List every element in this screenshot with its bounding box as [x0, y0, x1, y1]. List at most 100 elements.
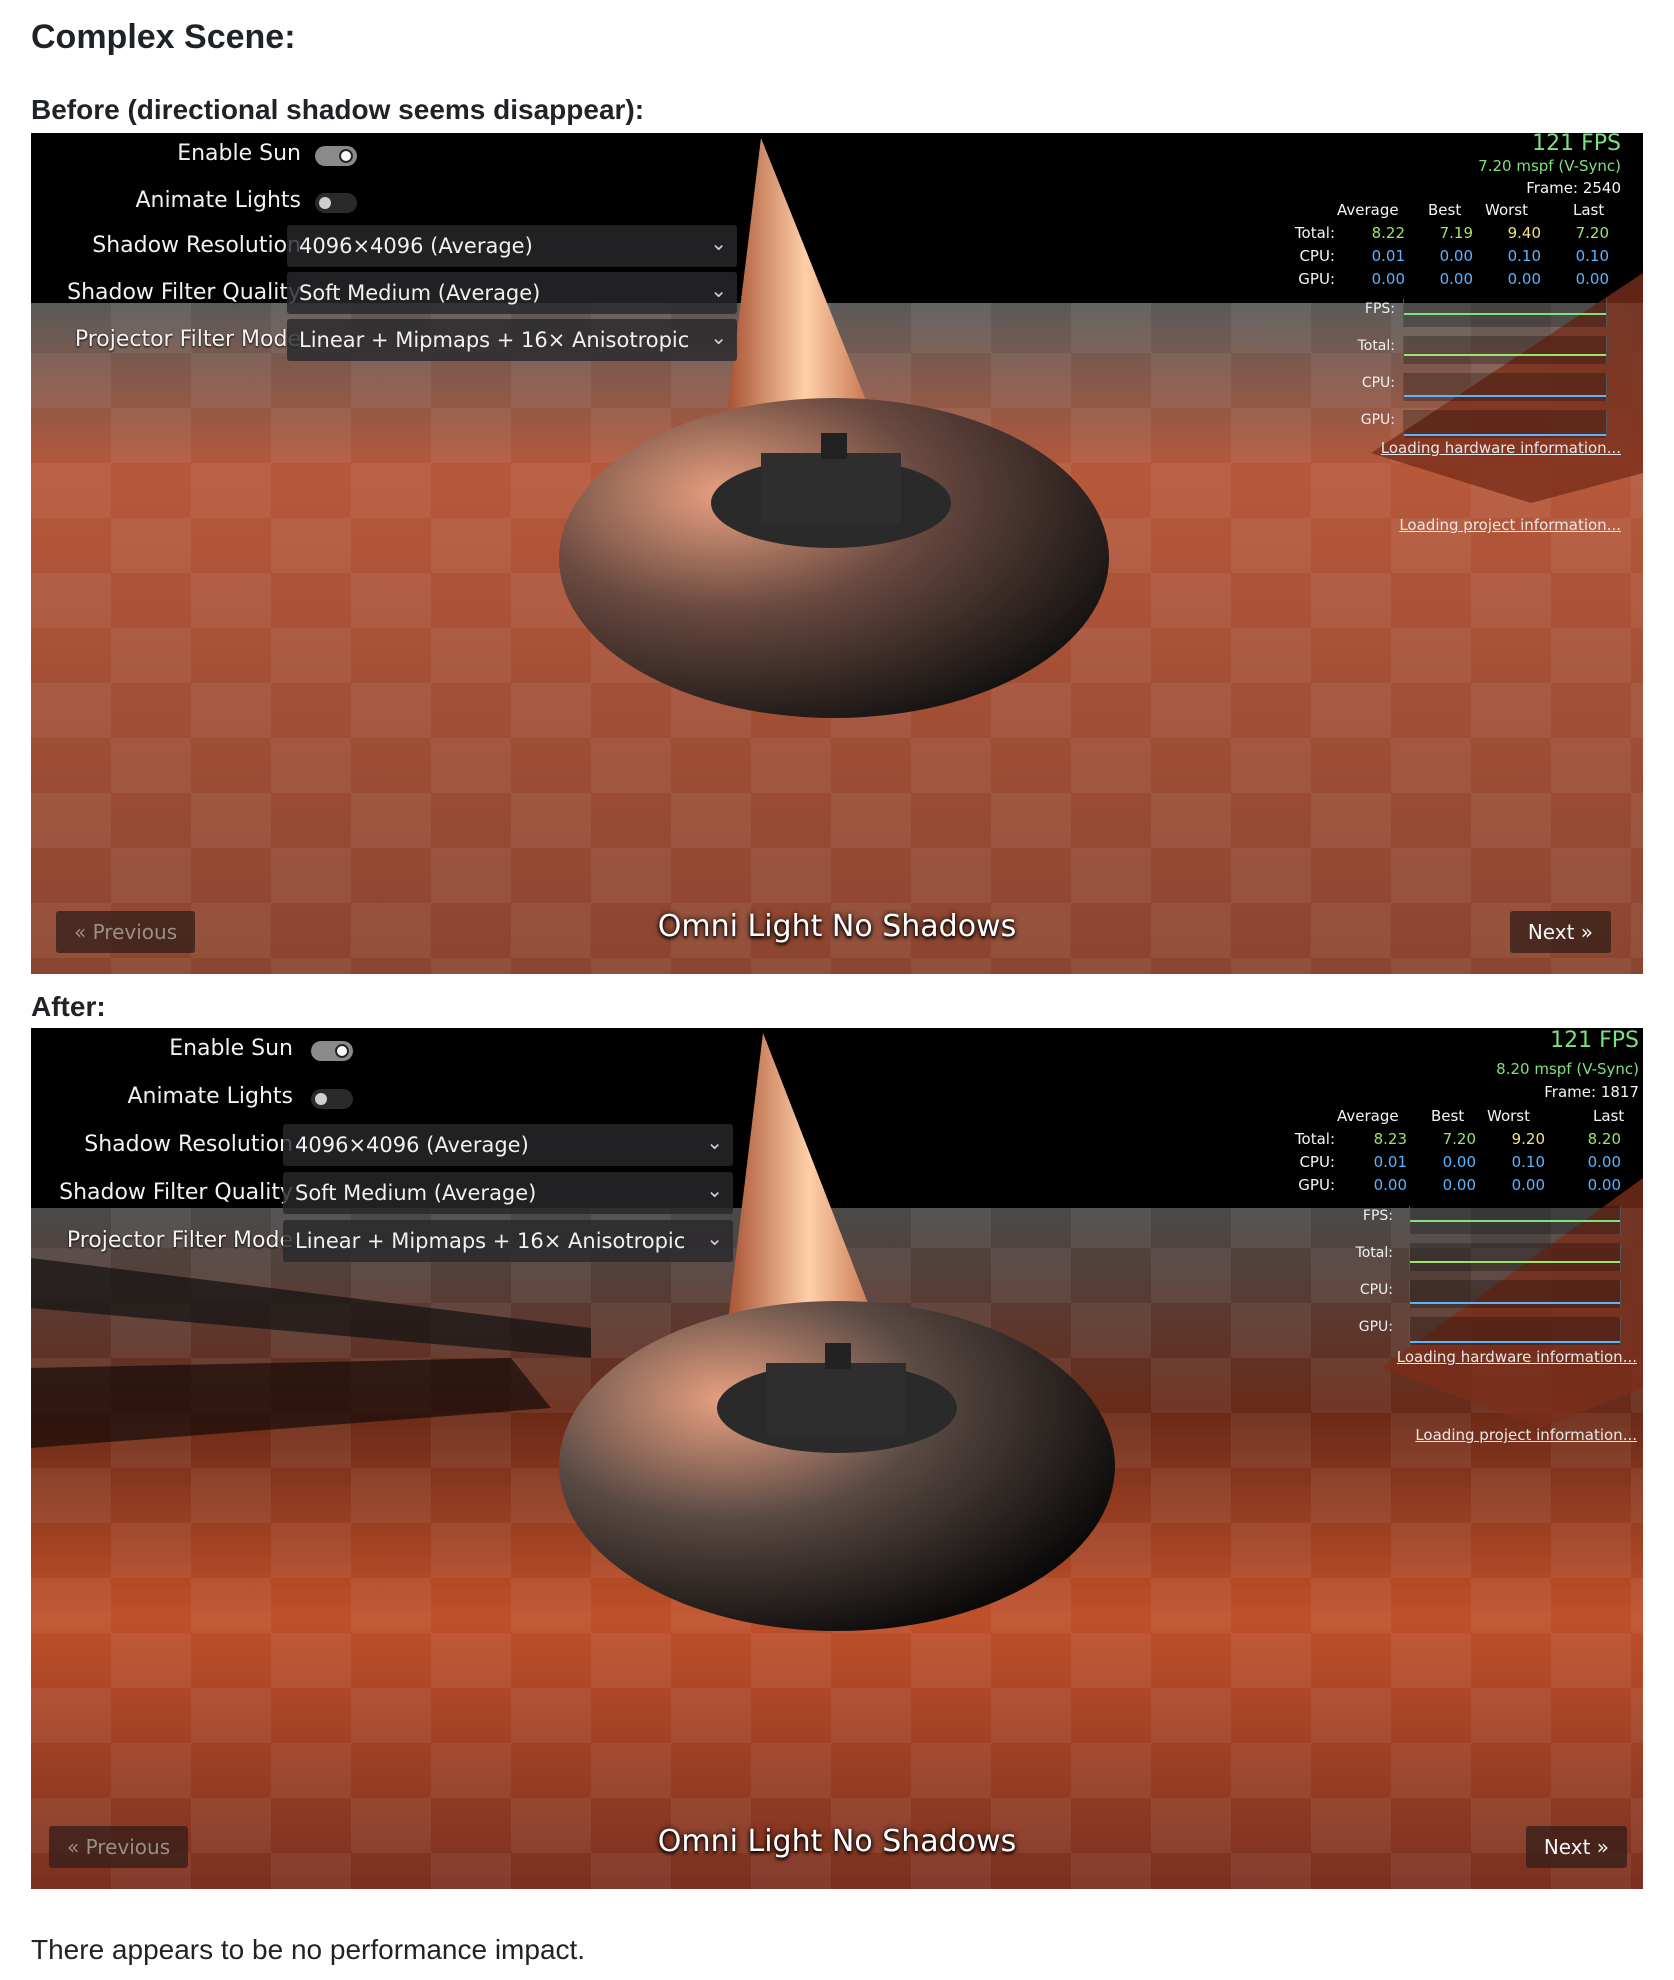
select-value: Soft Medium (Average): [299, 281, 541, 305]
loading-project-info: Loading project information...: [1415, 1426, 1637, 1444]
row-label-cpu: CPU:: [1299, 1153, 1335, 1171]
shadow-filter-select[interactable]: Soft Medium (Average) ⌄: [287, 272, 737, 314]
select-value: Linear + Mipmaps + 16× Anisotropic: [299, 328, 690, 352]
row-label-total: Total:: [1294, 224, 1335, 242]
cpu-worst: 0.10: [1511, 1153, 1545, 1171]
animate-lights-toggle[interactable]: [311, 1089, 353, 1109]
mspf-readout: 8.20 mspf (V-Sync): [1496, 1060, 1639, 1078]
row-label-cpu: CPU:: [1299, 247, 1335, 265]
projector-filter-row: Projector Filter Mode Linear + Mipmaps +…: [31, 319, 771, 363]
shadow-resolution-row: Shadow Resolution 4096×4096 (Average) ⌄: [31, 1124, 771, 1168]
graph-label-fps: FPS:: [1364, 301, 1395, 317]
gpu-worst: 0.00: [1507, 270, 1541, 288]
gpu-worst: 0.00: [1511, 1176, 1545, 1194]
mspf-readout: 7.20 mspf (V-Sync): [1478, 157, 1621, 175]
graph-line: [1404, 434, 1606, 436]
total-graph: [1403, 336, 1607, 364]
animate-lights-label: Animate Lights: [135, 188, 301, 213]
col-header-worst: Worst: [1485, 201, 1528, 219]
after-caption: After:: [31, 991, 106, 1022]
graph-line: [1410, 1341, 1620, 1343]
row-label-gpu: GPU:: [1298, 270, 1335, 288]
toggle-knob: [335, 1044, 349, 1058]
enable-sun-row: Enable Sun: [31, 1028, 771, 1072]
graph-label-fps: FPS:: [1362, 1208, 1393, 1224]
col-header-last: Last: [1593, 1107, 1625, 1125]
total-graph: [1409, 1243, 1621, 1271]
chevron-down-icon: ⌄: [710, 278, 727, 302]
chevron-down-icon: ⌄: [706, 1178, 723, 1202]
fps-readout: 121 FPS: [1550, 1028, 1639, 1053]
next-button[interactable]: Next »: [1509, 911, 1611, 953]
cpu-last: 0.00: [1587, 1153, 1621, 1171]
performance-overlay: 121 FPS 8.20 mspf (V-Sync) Frame: 1817 A…: [1263, 1028, 1643, 1458]
fps-readout: 121 FPS: [1532, 133, 1621, 156]
cpu-last: 0.10: [1575, 247, 1609, 265]
graph-line: [1404, 395, 1606, 397]
cpu-graph: [1409, 1280, 1621, 1308]
frame-counter: Frame: 2540: [1526, 179, 1621, 197]
shadow-filter-row: Shadow Filter Quality Soft Medium (Avera…: [31, 1172, 771, 1216]
loading-hardware-info: Loading hardware information...: [1380, 439, 1621, 457]
row-label-gpu: GPU:: [1298, 1176, 1335, 1194]
total-worst: 9.20: [1511, 1130, 1545, 1148]
before-screenshot: Enable Sun Animate Lights Shadow Resolut…: [31, 133, 1643, 974]
graph-label-cpu: CPU:: [1361, 375, 1395, 391]
col-header-worst: Worst: [1487, 1107, 1530, 1125]
shadow-filter-select[interactable]: Soft Medium (Average) ⌄: [283, 1172, 733, 1214]
shadow-filter-label: Shadow Filter Quality: [59, 1180, 293, 1205]
projector-filter-row: Projector Filter Mode Linear + Mipmaps +…: [31, 1220, 771, 1264]
next-button[interactable]: Next »: [1525, 1826, 1627, 1868]
fps-graph: [1403, 299, 1607, 327]
performance-overlay: 121 FPS 7.20 mspf (V-Sync) Frame: 2540 A…: [1263, 133, 1643, 563]
shadow-resolution-label: Shadow Resolution: [84, 1132, 293, 1157]
loading-hardware-info: Loading hardware information...: [1396, 1348, 1637, 1366]
gpu-graph: [1409, 1317, 1621, 1345]
shadow-resolution-select[interactable]: 4096×4096 (Average) ⌄: [283, 1124, 733, 1166]
toggle-knob: [315, 1093, 327, 1105]
enable-sun-toggle[interactable]: [315, 146, 357, 166]
page-heading: Complex Scene:: [31, 18, 296, 56]
graph-line: [1410, 1220, 1620, 1222]
toggle-knob: [339, 149, 353, 163]
graph-line: [1410, 1302, 1620, 1304]
projector-filter-select[interactable]: Linear + Mipmaps + 16× Anisotropic ⌄: [287, 319, 737, 361]
total-average: 8.22: [1371, 224, 1405, 242]
gpu-best: 0.00: [1442, 1176, 1476, 1194]
projector-filter-select[interactable]: Linear + Mipmaps + 16× Anisotropic ⌄: [283, 1220, 733, 1262]
col-header-average: Average: [1337, 201, 1399, 219]
shadow-filter-row: Shadow Filter Quality Soft Medium (Avera…: [31, 272, 771, 316]
gpu-average: 0.00: [1373, 1176, 1407, 1194]
graph-label-gpu: GPU:: [1360, 412, 1395, 428]
loading-project-info: Loading project information...: [1399, 516, 1621, 534]
enable-sun-toggle[interactable]: [311, 1041, 353, 1061]
animate-lights-toggle[interactable]: [315, 193, 357, 213]
graph-label-cpu: CPU:: [1359, 1282, 1393, 1298]
cpu-worst: 0.10: [1507, 247, 1541, 265]
enable-sun-label: Enable Sun: [169, 1036, 293, 1061]
total-best: 7.20: [1442, 1130, 1476, 1148]
col-header-best: Best: [1428, 201, 1462, 219]
before-caption: Before (directional shadow seems disappe…: [31, 94, 645, 125]
chevron-down-icon: ⌄: [706, 1226, 723, 1250]
shadow-filter-label: Shadow Filter Quality: [67, 280, 301, 305]
select-value: 4096×4096 (Average): [299, 234, 533, 258]
gpu-graph: [1403, 410, 1607, 438]
cpu-graph: [1403, 373, 1607, 401]
animate-lights-label: Animate Lights: [127, 1084, 293, 1109]
row-label-total: Total:: [1294, 1130, 1335, 1148]
projector-filter-label: Projector Filter Mode: [74, 327, 301, 352]
graph-label-gpu: GPU:: [1358, 1319, 1393, 1335]
gpu-last: 0.00: [1587, 1176, 1621, 1194]
chevron-down-icon: ⌄: [710, 231, 727, 255]
col-header-best: Best: [1431, 1107, 1465, 1125]
total-last: 8.20: [1587, 1130, 1621, 1148]
shadow-resolution-select[interactable]: 4096×4096 (Average) ⌄: [287, 225, 737, 267]
graph-label-total: Total:: [1357, 338, 1395, 354]
fps-graph: [1409, 1206, 1621, 1234]
enable-sun-label: Enable Sun: [177, 141, 301, 166]
after-screenshot: Enable Sun Animate Lights Shadow Resolut…: [31, 1028, 1643, 1889]
gpu-best: 0.00: [1439, 270, 1473, 288]
total-average: 8.23: [1373, 1130, 1407, 1148]
total-worst: 9.40: [1507, 224, 1541, 242]
